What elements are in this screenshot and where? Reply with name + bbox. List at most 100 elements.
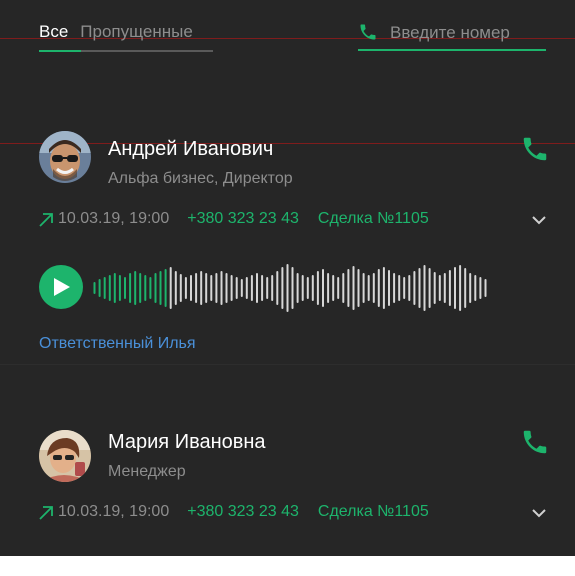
call-history-screen: Все Пропущенные Андрей Иванов bbox=[0, 0, 575, 556]
phone-search bbox=[358, 20, 546, 51]
call-datetime: 10.03.19, 19:00 bbox=[58, 210, 170, 227]
waveform-bar bbox=[388, 270, 390, 306]
avatar[interactable] bbox=[39, 430, 91, 482]
tab-missed[interactable]: Пропущенные bbox=[80, 22, 193, 52]
play-icon bbox=[54, 278, 70, 296]
waveform-bar bbox=[459, 265, 462, 311]
waveform-bar bbox=[245, 277, 248, 299]
waveform-bar bbox=[347, 269, 350, 307]
waveform-bar bbox=[210, 275, 213, 301]
waveform-bar bbox=[139, 273, 142, 303]
waveform-bar bbox=[134, 271, 137, 305]
avatar-image bbox=[39, 131, 91, 183]
tab-bar: Все Пропущенные bbox=[39, 22, 193, 52]
waveform-bar bbox=[352, 266, 355, 310]
waveform-bar bbox=[261, 275, 264, 301]
waveform-bar bbox=[149, 277, 152, 299]
play-button[interactable] bbox=[39, 265, 83, 309]
waveform-bar bbox=[225, 273, 228, 303]
waveform-bar bbox=[311, 275, 314, 301]
tab-underline bbox=[39, 50, 213, 52]
divider bbox=[0, 364, 575, 365]
waveform-bar bbox=[250, 275, 253, 301]
waveform-bar bbox=[357, 269, 360, 307]
waveform-bar bbox=[413, 271, 416, 305]
waveform-bar bbox=[169, 267, 172, 309]
waveform-bar bbox=[433, 272, 436, 304]
phone-search-input[interactable] bbox=[390, 20, 546, 46]
waveform-bar bbox=[316, 271, 319, 305]
chevron-down-icon[interactable] bbox=[530, 214, 548, 226]
waveform-bar bbox=[266, 277, 269, 299]
search-underline bbox=[358, 49, 546, 51]
waveform-bar bbox=[479, 277, 482, 299]
contact-name: Мария Ивановна bbox=[108, 431, 266, 453]
waveform-bar bbox=[103, 277, 106, 299]
waveform-bar bbox=[179, 274, 182, 302]
waveform-bar bbox=[448, 270, 451, 306]
deal-link[interactable]: Сделка №1105 bbox=[318, 210, 429, 228]
waveform-bar bbox=[98, 279, 101, 297]
waveform-bar bbox=[337, 277, 340, 299]
waveform-bar bbox=[113, 273, 116, 303]
waveform-bar bbox=[393, 273, 396, 303]
contact-subtitle: Менеджер bbox=[108, 463, 186, 480]
waveform-bar bbox=[372, 273, 375, 303]
waveform-bar bbox=[464, 268, 467, 308]
waveform-bar bbox=[124, 277, 126, 299]
audio-waveform[interactable] bbox=[92, 260, 488, 316]
call-phone[interactable]: +380 323 23 43 bbox=[187, 503, 299, 521]
waveform-bar bbox=[174, 271, 177, 305]
phone-icon bbox=[360, 24, 376, 40]
waveform-bar bbox=[443, 273, 446, 303]
avatar-image bbox=[39, 430, 91, 482]
waveform-bar bbox=[332, 275, 335, 301]
waveform-bar bbox=[129, 273, 132, 303]
waveform-bar bbox=[159, 271, 162, 305]
waveform-bar bbox=[423, 265, 426, 311]
arrow-up-right-icon bbox=[39, 506, 53, 520]
waveform-bar bbox=[367, 275, 370, 301]
waveform-bar bbox=[256, 273, 258, 303]
waveform-bar bbox=[327, 273, 330, 303]
active-tab-indicator bbox=[39, 50, 81, 52]
waveform-bar bbox=[454, 267, 456, 309]
waveform-bar bbox=[438, 275, 441, 301]
contact-name: Андрей Иванович bbox=[108, 138, 274, 160]
waveform-bar bbox=[154, 273, 157, 303]
waveform-bar bbox=[200, 271, 203, 305]
waveform-bar bbox=[195, 273, 198, 303]
waveform-bar bbox=[118, 275, 121, 301]
waveform-bar bbox=[271, 275, 274, 301]
waveform-bar bbox=[484, 279, 487, 297]
call-meta: 10.03.19, 19:00 +380 323 23 43 Сделка №1… bbox=[38, 503, 429, 521]
responsible-link[interactable]: Ответственный Илья bbox=[39, 335, 196, 353]
waveform-bar bbox=[296, 273, 299, 303]
call-meta: 10.03.19, 19:00 +380 323 23 43 Сделка №1… bbox=[38, 210, 429, 228]
waveform-bar bbox=[474, 275, 477, 301]
waveform-bar bbox=[164, 269, 167, 307]
avatar[interactable] bbox=[39, 131, 91, 183]
chevron-down-icon[interactable] bbox=[530, 507, 548, 519]
waveform-bar bbox=[215, 273, 218, 303]
waveform-bar bbox=[205, 273, 208, 303]
waveform-bar bbox=[144, 275, 147, 301]
tab-all[interactable]: Все bbox=[39, 22, 68, 52]
waveform-bar bbox=[93, 282, 96, 294]
waveform-bar bbox=[281, 267, 284, 309]
waveform-bar bbox=[398, 275, 401, 301]
call-button-phone-icon[interactable] bbox=[520, 134, 550, 164]
waveform-bar bbox=[428, 268, 431, 308]
waveform-bar bbox=[276, 271, 279, 305]
call-phone[interactable]: +380 323 23 43 bbox=[187, 210, 299, 228]
waveform-bar bbox=[418, 268, 421, 308]
call-button-phone-icon[interactable] bbox=[520, 427, 550, 457]
waveform-bar bbox=[342, 273, 345, 303]
waveform-bar bbox=[322, 269, 324, 307]
waveform-bar bbox=[286, 264, 289, 312]
deal-link[interactable]: Сделка №1105 bbox=[318, 503, 429, 521]
waveform-bar bbox=[408, 275, 411, 301]
waveform-bar bbox=[301, 275, 304, 301]
waveform-bar bbox=[108, 275, 111, 301]
waveform-bar bbox=[240, 279, 243, 297]
